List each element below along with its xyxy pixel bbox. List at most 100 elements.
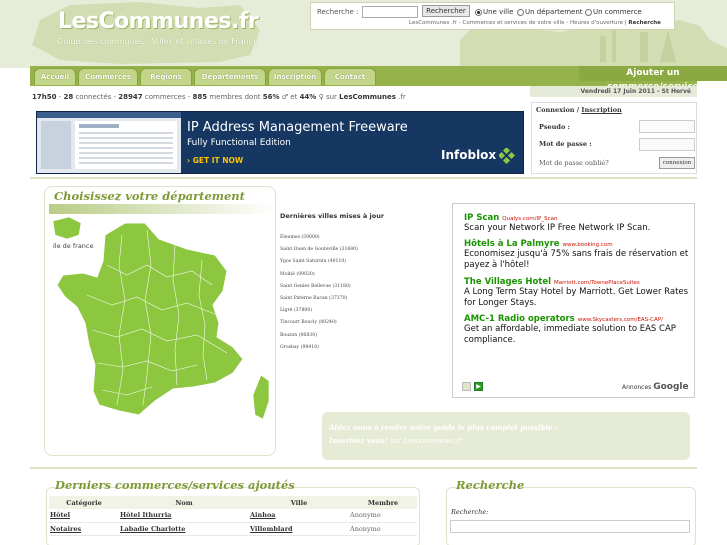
map-title: Choisissez votre département	[54, 189, 245, 203]
ads-prev-icon[interactable]	[462, 382, 471, 391]
stats-on: sur	[325, 93, 337, 101]
inscription-link[interactable]: Inscription	[581, 106, 621, 114]
banner-title: IP Address Management Freeware	[187, 120, 408, 135]
city-item[interactable]: Tincourt Boucly (80240)	[280, 320, 358, 332]
banner-subtitle: Fully Functional Edition	[187, 138, 291, 148]
password-label: Mot de passe :	[539, 140, 592, 148]
help-signup-rest: sur Lescommunes.fr	[387, 437, 463, 445]
ad-item[interactable]: IP Scan Qualys.com/IP_Scan Scan your Net…	[464, 213, 692, 234]
banner-screenshot-image	[37, 112, 181, 173]
infoblox-logo-icon	[499, 148, 515, 164]
radio-ville[interactable]: Une ville	[475, 8, 513, 16]
ad-item[interactable]: AMC-1 Radio operators www.Skycasters.com…	[464, 314, 692, 346]
recent-commerces-table: Catégorie Nom Ville Membre Hôtel Hôtel I…	[49, 496, 417, 545]
search-panel-input[interactable]	[450, 520, 690, 533]
search-caption-link[interactable]: Recherche	[628, 20, 661, 26]
password-input[interactable]	[639, 138, 695, 151]
map-metropolitan-france	[56, 222, 244, 416]
row-ville[interactable]: Ainhoa	[249, 509, 349, 523]
ad-title[interactable]: IP Scan	[464, 213, 499, 223]
signup-link[interactable]: Inscrivez vous!	[329, 436, 388, 445]
search-input[interactable]	[362, 6, 418, 18]
col-categorie: Catégorie	[49, 496, 119, 509]
city-item[interactable]: Éleumes (59000)	[280, 235, 358, 247]
radio-commerce-dot[interactable]	[585, 8, 592, 16]
ad-url[interactable]: Qualys.com/IP_Scan	[502, 216, 557, 222]
radio-departement[interactable]: Un département	[517, 8, 583, 16]
header: LesCommunes.fr Guide des communes : Vill…	[0, 0, 727, 68]
tab-regions[interactable]: Regions	[140, 68, 192, 85]
city-item[interactable]: Saint Paterne Racan (37370)	[280, 296, 358, 308]
row-categorie[interactable]	[49, 535, 119, 545]
col-nom: Nom	[119, 496, 249, 509]
tab-accueil[interactable]: Accueil	[34, 68, 76, 85]
ad-banner[interactable]: IP Address Management Freeware Fully Fun…	[36, 111, 524, 174]
search-button[interactable]: Rechercher	[422, 5, 470, 17]
row-categorie[interactable]: Hôtel	[49, 509, 119, 523]
ad-url[interactable]: Marriott.com/TownePlaceSuites	[554, 280, 640, 286]
row-membre	[349, 535, 417, 545]
site-logo[interactable]: LesCommunes.fr	[58, 9, 259, 34]
row-nom[interactable]: Hôtel Ithurria	[119, 509, 249, 523]
ads-next-icon[interactable]: ▶	[474, 382, 483, 391]
connexion-link[interactable]: Connexion	[536, 106, 575, 114]
row-categorie[interactable]: Notaires	[49, 522, 119, 536]
help-signup: Inscrivez vous! sur Lescommunes.fr	[329, 436, 462, 445]
recent-cities-list: Éleumes (59000) Saint Ouen de Gouteville…	[280, 235, 358, 357]
row-ville[interactable]: Villemblard	[249, 522, 349, 536]
tab-contact[interactable]: Contact	[324, 68, 376, 85]
city-item[interactable]: Ygos Saint Saturnin (40110)	[280, 259, 358, 271]
recent-title: Derniers commerces/services ajoutés	[55, 478, 295, 492]
tab-departements[interactable]: Départements	[194, 68, 266, 85]
tab-commerces[interactable]: Commerces	[78, 68, 138, 85]
radio-ville-dot[interactable]	[475, 8, 482, 16]
search-caption-text: LesCommunes .fr - Commerces et services …	[409, 20, 624, 26]
ads-footer-brand: Google	[653, 382, 689, 392]
map-corse	[252, 374, 270, 420]
ad-item[interactable]: The Villages Hotel Marriott.com/TownePla…	[464, 277, 692, 309]
ad-url[interactable]: www.Skycasters.com/EAS-CAP/	[578, 317, 663, 323]
stats-tld: .fr	[398, 93, 406, 101]
search-caption: LesCommunes .fr - Commerces et services …	[409, 20, 661, 26]
stats-connected: 28	[63, 93, 74, 101]
row-ville[interactable]	[249, 535, 349, 545]
main-nav: Accueil Commerces Regions Départements I…	[30, 66, 727, 92]
radio-departement-dot[interactable]	[517, 8, 524, 16]
ad-item[interactable]: Hôtels à La Palmyre www.booking.com Econ…	[464, 239, 692, 271]
city-item[interactable]: Saint Genies Bellevue (31180)	[280, 284, 358, 296]
stats-female-pct: 44%	[299, 93, 317, 101]
site-stats: 17h50 - 28 connectés - 28947 commerces -…	[32, 93, 406, 101]
header-search-box: Recherche : Rechercher Une ville Un dépa…	[310, 2, 675, 30]
ad-url[interactable]: www.booking.com	[563, 242, 613, 248]
stats-connected-label: connectés	[75, 93, 112, 101]
row-membre: Anonyme	[349, 522, 417, 536]
radio-commerce-label: Un commerce	[593, 8, 642, 16]
table-header-row: Catégorie Nom Ville Membre	[49, 496, 417, 509]
site-tagline: Guide des communes : Villes et villages …	[57, 37, 258, 46]
radio-commerce[interactable]: Un commerce	[585, 8, 642, 16]
ad-title[interactable]: Hôtels à La Palmyre	[464, 239, 560, 249]
city-item[interactable]: Grosbay (98410)	[280, 345, 358, 357]
city-item[interactable]: Saint Ouen de Gouteville (31680)	[280, 247, 358, 259]
login-button[interactable]: connexion	[659, 157, 695, 169]
col-membre: Membre	[349, 496, 417, 509]
search-panel	[446, 487, 696, 545]
banner-cta[interactable]: › GET IT NOW	[187, 156, 243, 165]
ad-title[interactable]: AMC-1 Radio operators	[464, 314, 575, 324]
forgot-password-link[interactable]: Mot de passe oublié?	[539, 159, 609, 167]
map-hover-label: ile de france	[53, 242, 94, 250]
city-item[interactable]: Ligré (37800)	[280, 308, 358, 320]
add-commerce-link[interactable]: Ajouter un commerce/service	[579, 66, 727, 92]
ad-body: A Long Term Stay Hotel by Marriott. Get …	[464, 286, 689, 308]
pseudo-input[interactable]	[639, 120, 695, 133]
row-nom[interactable]: Labadie Charlotte	[119, 522, 249, 536]
col-ville: Ville	[249, 496, 349, 509]
cities-title: Dernières villes mises à jour	[280, 212, 385, 220]
ad-title[interactable]: The Villages Hotel	[464, 277, 551, 287]
city-item[interactable]: Moitié (09020)	[280, 272, 358, 284]
ads-footer[interactable]: Annonces Google	[622, 382, 689, 392]
google-ads-box: IP Scan Qualys.com/IP_Scan Scan your Net…	[452, 203, 695, 398]
row-nom[interactable]	[119, 535, 249, 545]
city-item[interactable]: Bouzon (06830)	[280, 333, 358, 345]
tab-inscription[interactable]: Inscription	[268, 68, 322, 85]
